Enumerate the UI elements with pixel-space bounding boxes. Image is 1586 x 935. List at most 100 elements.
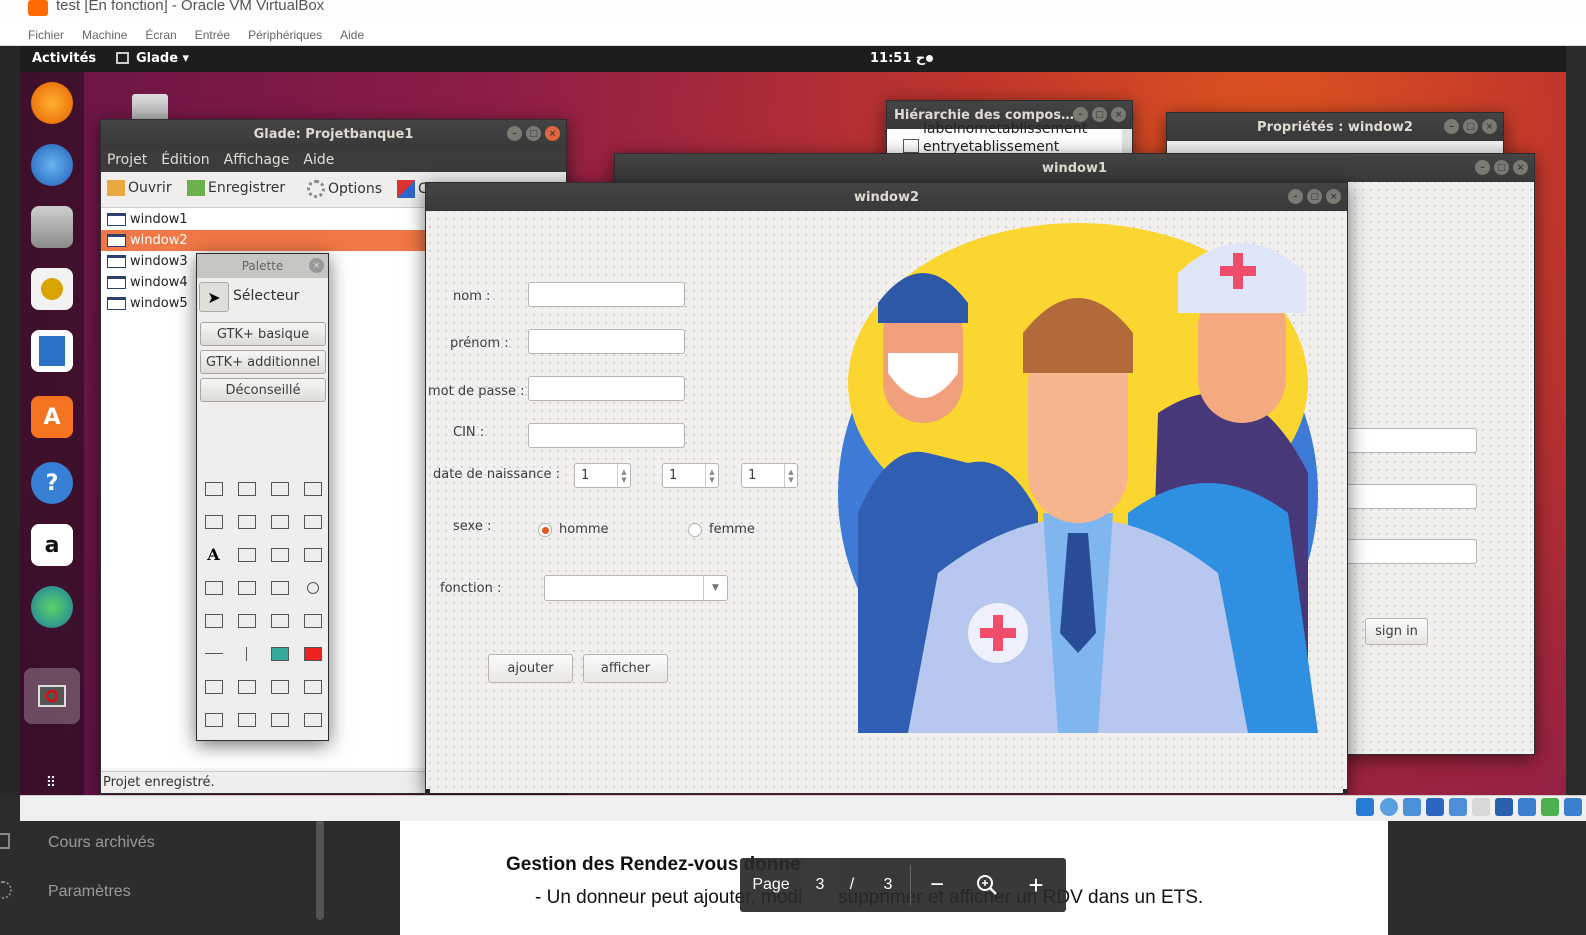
vseparator-widget-icon[interactable] [230,637,263,670]
minimize-button[interactable]: – [1288,189,1303,204]
radio-homme[interactable] [538,523,552,537]
textbuffer-widget-icon[interactable] [296,538,328,571]
hdd-status-icon[interactable] [1356,798,1374,816]
iconview-widget-icon[interactable] [296,604,328,637]
spin-arrows-icon[interactable]: ▲ ▼ [617,464,630,487]
chevron-down-icon[interactable]: ▼ [703,576,727,600]
label-widget-icon[interactable]: A [197,538,230,571]
menu-project[interactable]: Projet [107,152,147,168]
menu-help[interactable]: Aide [303,152,334,168]
ajouter-button[interactable]: ajouter [488,654,573,683]
image-widget-icon[interactable] [263,637,296,670]
window1-entry-3[interactable] [1329,539,1477,564]
nom-input[interactable] [528,282,685,307]
sign-in-button[interactable]: sign in [1365,618,1428,645]
shared-folder-icon[interactable] [1472,798,1490,816]
network-status-icon[interactable] [1426,798,1444,816]
vbox-menu-help[interactable]: Aide [340,28,364,42]
maximize-button[interactable]: □ [1307,189,1322,204]
vbox-menu-devices[interactable]: Périphériques [248,28,322,42]
menubar-widget-icon[interactable] [230,472,263,505]
close-button[interactable]: × [1326,189,1341,204]
open-button[interactable]: Ouvrir [107,180,172,196]
host-sidebar-item-archived[interactable]: Cours archivés [48,832,155,852]
audio-status-icon[interactable] [1403,798,1421,816]
grid-widget-icon[interactable] [263,703,296,736]
minimize-button[interactable]: – [1073,107,1088,122]
hierarchy-scrollbar[interactable] [1122,129,1132,155]
resize-handle[interactable] [426,789,430,793]
writer-icon[interactable] [31,330,73,372]
spin-arrows-icon[interactable]: ▲ ▼ [784,464,797,487]
optical-status-icon[interactable] [1380,798,1398,816]
host-scrollbar[interactable] [316,820,324,920]
calendar-widget-icon[interactable] [197,670,230,703]
cursor-icon[interactable]: ➤ [199,282,229,312]
palette-group-basic[interactable]: GTK+ basique [200,322,326,346]
blocked-app-icon[interactable] [24,668,80,724]
vbox-menu-screen[interactable]: Écran [145,28,176,42]
more-button[interactable]: C [397,180,428,198]
resize-handle[interactable] [1343,789,1347,793]
app-menu[interactable]: Glade ▾ [136,51,189,66]
fonction-combobox[interactable]: ▼ [544,575,728,601]
vbox-menu-input[interactable]: Entrée [195,28,230,42]
files-icon[interactable] [31,206,73,248]
vscale-widget-icon[interactable] [263,736,296,740]
drawing-widget-icon[interactable] [296,637,328,670]
hscale-widget-icon[interactable] [296,736,328,740]
message-widget-icon[interactable] [230,505,263,538]
zoom-in-icon[interactable]: + [1011,858,1061,912]
radio-button-widget-icon[interactable] [296,571,328,604]
entry-widget-icon[interactable] [230,538,263,571]
button-widget-icon[interactable] [197,571,230,604]
amazon-icon[interactable]: a [31,524,73,566]
vruler-widget-icon[interactable] [230,736,263,740]
close-button[interactable]: × [1513,160,1528,175]
zoom-reset-icon[interactable] [963,858,1011,912]
tree-item-window5[interactable]: window5 [107,293,188,314]
filechooser-widget-icon[interactable] [230,670,263,703]
password-input[interactable] [528,376,685,401]
window1-entry-1[interactable] [1329,428,1477,453]
color-widget-icon[interactable] [263,670,296,703]
page-number-input[interactable]: 3 [802,858,838,912]
toolbar-widget-icon[interactable] [263,472,296,505]
cpu-status-icon[interactable] [1541,798,1559,816]
maximize-button[interactable]: □ [1092,107,1107,122]
slider-widget-icon[interactable] [296,505,328,538]
minimize-button[interactable]: – [1444,119,1459,134]
font-widget-icon[interactable] [296,670,328,703]
hierarchy-row[interactable]: labelnometablissement [923,121,1087,137]
close-button[interactable]: × [1482,119,1497,134]
minimize-button[interactable]: – [507,126,522,141]
menu-edit[interactable]: Édition [161,152,209,168]
zoom-out-icon[interactable]: − [911,858,963,912]
help-icon[interactable]: ? [31,462,73,504]
globe-icon[interactable] [31,586,73,628]
minimize-button[interactable]: – [1475,160,1490,175]
firefox-icon[interactable] [31,82,73,124]
palette-group-deprecated[interactable]: Déconseillé [200,378,326,402]
vbox-menu-machine[interactable]: Machine [82,28,127,42]
options-button[interactable]: Options [307,180,382,198]
usb-status-icon[interactable] [1449,798,1467,816]
fixed-widget-icon[interactable] [296,703,328,736]
menu-view[interactable]: Affichage [224,152,290,168]
checkbox-widget-icon[interactable] [263,571,296,604]
year-spinner[interactable]: 1 ▲ ▼ [741,463,798,488]
hbox-widget-icon[interactable] [230,703,263,736]
properties-titlebar[interactable]: Propriétés : window2 – □ × [1167,113,1503,141]
close-button[interactable]: × [309,258,324,273]
rhythmbox-icon[interactable] [31,268,73,310]
maximize-button[interactable]: □ [1494,160,1509,175]
close-button[interactable]: × [1111,107,1126,122]
prenom-input[interactable] [528,329,685,354]
tree-item-window4[interactable]: window4 [107,272,188,293]
activities-button[interactable]: Activités [32,51,96,66]
clock[interactable]: 11:51 ح [870,51,925,66]
thunderbird-icon[interactable] [31,144,73,186]
show-apps-icon[interactable]: ⠿ [31,762,73,795]
display-status-icon[interactable] [1495,798,1513,816]
save-button[interactable]: Enregistrer [187,180,285,196]
